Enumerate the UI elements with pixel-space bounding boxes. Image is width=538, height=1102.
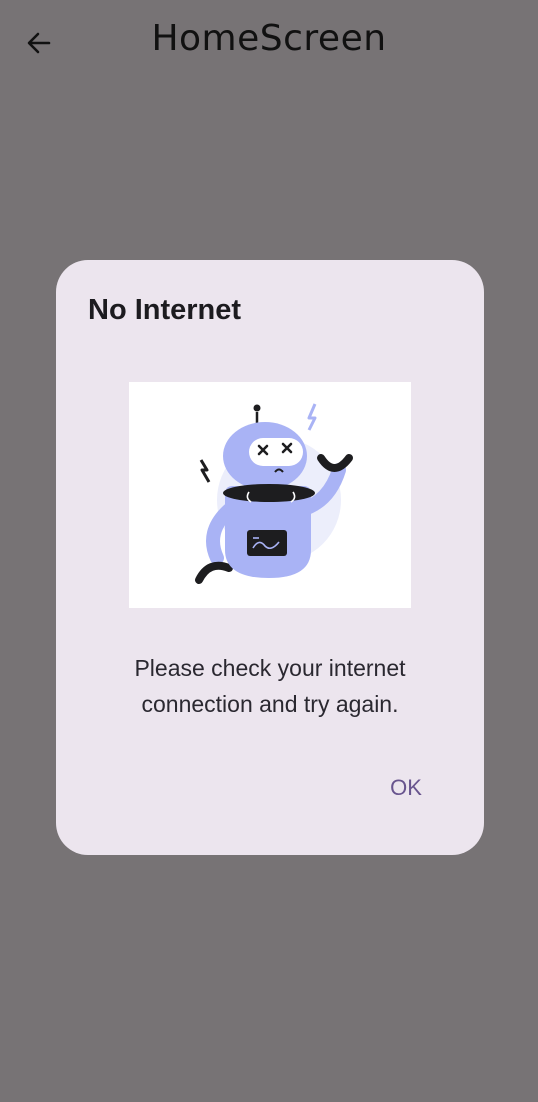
app-bar: HomeScreen [0, 0, 538, 84]
dialog-title: No Internet [88, 294, 242, 326]
ok-button[interactable]: OK [374, 766, 438, 810]
page-title: HomeScreen [151, 18, 387, 59]
no-internet-dialog: No Internet Please check your internet c… [56, 260, 484, 855]
dialog-message: Please check your internet connection an… [134, 655, 406, 717]
broken-robot-illustration [129, 382, 411, 608]
